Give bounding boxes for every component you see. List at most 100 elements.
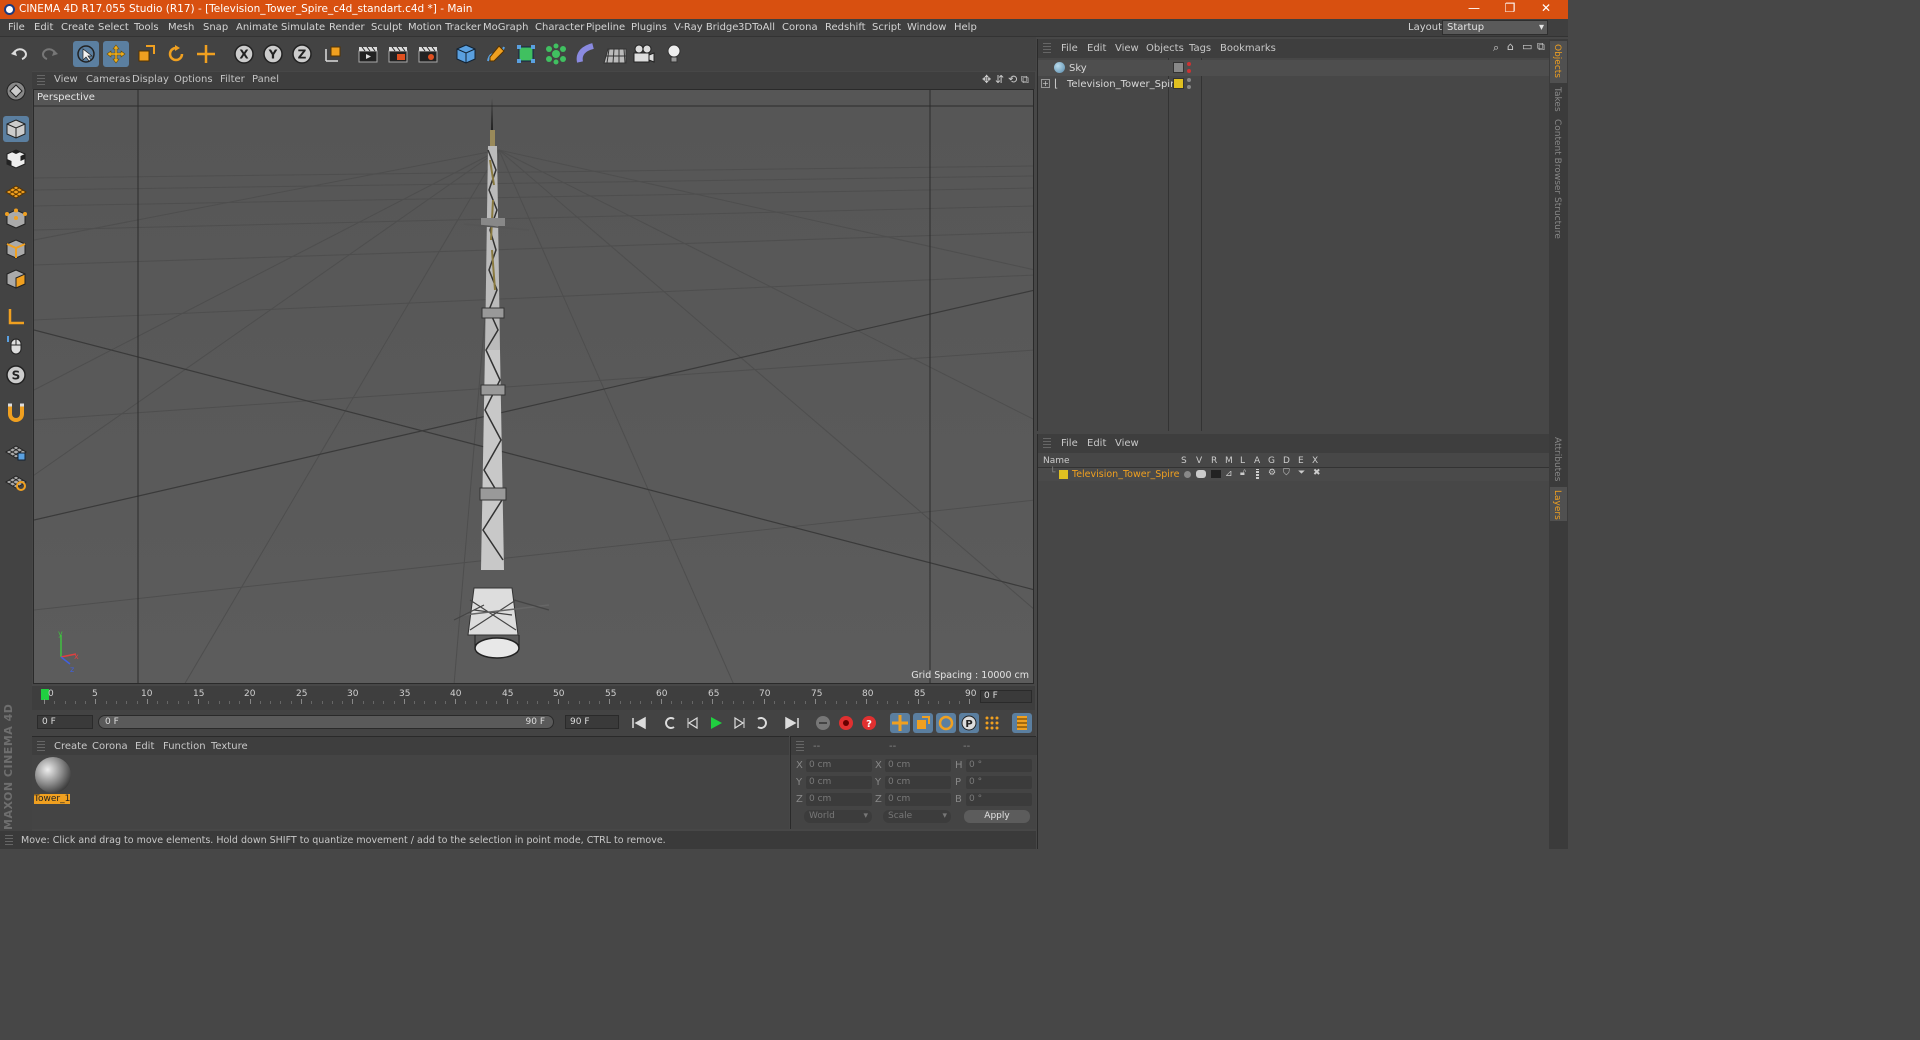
side-tab-structure[interactable]: Structure <box>1552 197 1562 239</box>
viewport-rotate-icon[interactable]: ⟲ <box>1008 73 1017 86</box>
render-to-picture-viewer-button[interactable] <box>385 41 411 67</box>
coordinate-mode-select[interactable]: World ▾ <box>804 810 872 823</box>
render-visibility-dot[interactable] <box>1187 69 1191 73</box>
menu-sculpt[interactable]: Sculpt <box>371 22 402 33</box>
side-tab-layers[interactable]: Layers <box>1552 490 1562 520</box>
autokey-button[interactable] <box>836 713 856 733</box>
perspective-viewport[interactable]: y x z Perspective Grid Spacing : 10000 c… <box>33 89 1034 684</box>
objects-menu-objects[interactable]: Objects <box>1146 43 1184 54</box>
menu-file[interactable]: File <box>8 22 25 33</box>
viewport-menu-view[interactable]: View <box>54 74 78 85</box>
solo-toggle[interactable] <box>1184 471 1191 478</box>
menu-tools[interactable]: Tools <box>134 22 159 33</box>
polygons-mode-button[interactable] <box>3 266 29 292</box>
live-selection-button[interactable] <box>73 41 99 67</box>
current-frame-field[interactable]: 0 F <box>980 690 1032 703</box>
size-z-field[interactable]: 0 cm <box>885 793 951 806</box>
locked-workplane-button[interactable] <box>3 438 29 464</box>
menu-mesh[interactable]: Mesh <box>168 22 194 33</box>
key-pla-button[interactable] <box>982 713 1002 733</box>
key-position-button[interactable] <box>890 713 910 733</box>
tag-icon[interactable] <box>1173 62 1184 73</box>
material-menu-function[interactable]: Function <box>163 741 206 752</box>
points-mode-button[interactable] <box>3 206 29 232</box>
size-mode-select[interactable]: Scale ▾ <box>883 810 951 823</box>
axis-mode-button[interactable] <box>3 304 29 330</box>
key-rotation-button[interactable] <box>936 713 956 733</box>
rotation-p-field[interactable]: 0 ° <box>966 776 1032 789</box>
layout-select[interactable]: Startup ▾ <box>1442 20 1548 35</box>
end-frame-field[interactable]: 90 F <box>565 715 619 729</box>
layers-menu-file[interactable]: File <box>1061 438 1078 449</box>
menu-create[interactable]: Create <box>61 22 94 33</box>
home-icon[interactable]: ⌂ <box>1507 40 1514 53</box>
viewport-menu-cameras[interactable]: Cameras <box>86 74 130 85</box>
close-icon[interactable]: ✕ <box>1536 1 1556 15</box>
material-tower-1[interactable]: Tower_1 <box>34 757 72 805</box>
maximize-icon[interactable]: ⧉ <box>1537 40 1545 54</box>
menu-3dtoall[interactable]: 3DToAll <box>738 22 775 33</box>
undo-button[interactable] <box>7 41 33 67</box>
render-visibility-dot[interactable] <box>1187 85 1191 89</box>
apply-button[interactable]: Apply <box>964 810 1030 823</box>
previous-key-button[interactable] <box>660 713 680 733</box>
objects-menu-file[interactable]: File <box>1061 43 1078 54</box>
tweak-mode-button[interactable] <box>3 332 29 358</box>
object-row-television-tower-spire[interactable]: + ⌊ Television_Tower_Spire <box>1038 76 1550 92</box>
material-menu-corona[interactable]: Corona <box>92 741 128 752</box>
menu-simulate[interactable]: Simulate <box>281 22 325 33</box>
new-window-icon[interactable]: ▭ <box>1522 40 1532 53</box>
material-menu-create[interactable]: Create <box>54 741 87 752</box>
size-x-field[interactable]: 0 cm <box>885 759 951 772</box>
texture-mode-button[interactable] <box>3 146 29 172</box>
layer-color-swatch[interactable] <box>1059 470 1068 479</box>
position-z-field[interactable]: 0 cm <box>806 793 872 806</box>
menu-help[interactable]: Help <box>954 22 977 33</box>
magnet-button[interactable] <box>3 400 29 426</box>
menu-render[interactable]: Render <box>329 22 365 33</box>
viewport-maximize-icon[interactable]: ⧉ <box>1021 73 1029 87</box>
redo-button[interactable] <box>36 41 62 67</box>
menu-snap[interactable]: Snap <box>203 22 228 33</box>
rotation-h-field[interactable]: 0 ° <box>966 759 1032 772</box>
x-axis-lock-button[interactable]: X <box>231 41 257 67</box>
previous-frame-button[interactable] <box>683 713 703 733</box>
editor-visibility-dot[interactable] <box>1187 78 1191 82</box>
add-cube-button[interactable] <box>453 41 479 67</box>
objects-menu-edit[interactable]: Edit <box>1087 43 1106 54</box>
timeline-ruler[interactable]: 0 5 10 15 20 25 30 35 40 45 50 55 60 65 … <box>32 686 1035 710</box>
menu-corona[interactable]: Corona <box>782 22 818 33</box>
viewport-move-icon[interactable]: ✥ <box>982 73 991 86</box>
render-view-button[interactable] <box>355 41 381 67</box>
timeline-window-button[interactable] <box>1012 713 1032 733</box>
minimize-icon[interactable]: — <box>1464 1 1484 15</box>
manager-icon[interactable]: ⊿ <box>1225 469 1233 479</box>
z-axis-lock-button[interactable]: Z <box>289 41 315 67</box>
render-clapper-icon[interactable] <box>1211 470 1221 478</box>
record-keys-button[interactable] <box>813 713 833 733</box>
editor-visibility-dot[interactable] <box>1187 62 1191 66</box>
viewport-menu-panel[interactable]: Panel <box>252 74 279 85</box>
film-icon[interactable] <box>1256 469 1259 479</box>
go-to-start-button[interactable] <box>629 713 649 733</box>
menu-redshift[interactable]: Redshift <box>825 22 866 33</box>
add-environment-button[interactable] <box>602 41 628 67</box>
menu-script[interactable]: Script <box>872 22 901 33</box>
add-deformer-button[interactable] <box>573 41 599 67</box>
restore-icon[interactable]: ❐ <box>1500 1 1520 15</box>
viewport-dolly-icon[interactable]: ⇵ <box>995 73 1004 86</box>
menu-pipeline[interactable]: Pipeline <box>586 22 625 33</box>
go-to-end-button[interactable] <box>782 713 802 733</box>
layer-row-television-tower-spire[interactable]: └ Television_Tower_Spire ⊿ 🔓︎ ⚙︎ ⛉ ⏷ ✖ <box>1038 468 1550 481</box>
model-mode-button[interactable] <box>3 116 29 142</box>
menu-mograph[interactable]: MoGraph <box>483 22 528 33</box>
lock-icon[interactable]: 🔓︎ <box>1240 468 1246 478</box>
position-x-field[interactable]: 0 cm <box>806 759 872 772</box>
layers-menu-edit[interactable]: Edit <box>1087 438 1106 449</box>
rotate-tool-button[interactable] <box>163 41 189 67</box>
y-axis-lock-button[interactable]: Y <box>260 41 286 67</box>
layers-menu-view[interactable]: View <box>1115 438 1139 449</box>
material-menu-texture[interactable]: Texture <box>211 741 248 752</box>
menu-select[interactable]: Select <box>98 22 129 33</box>
add-light-button[interactable] <box>661 41 687 67</box>
